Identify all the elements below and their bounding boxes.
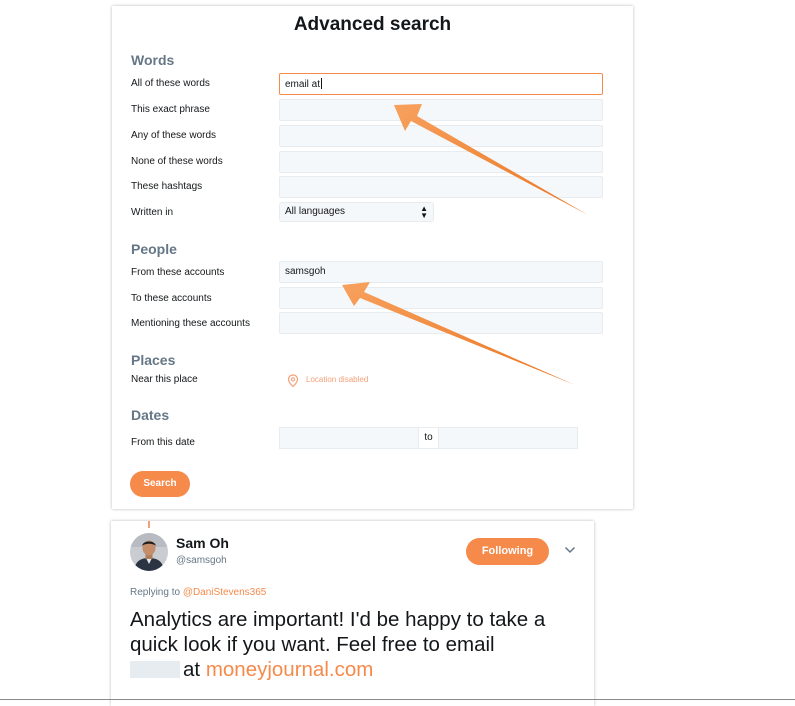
orange-arrow-annotation (394, 104, 588, 215)
arrow-annotations (342, 104, 588, 385)
orange-arrow-annotation (342, 282, 575, 385)
